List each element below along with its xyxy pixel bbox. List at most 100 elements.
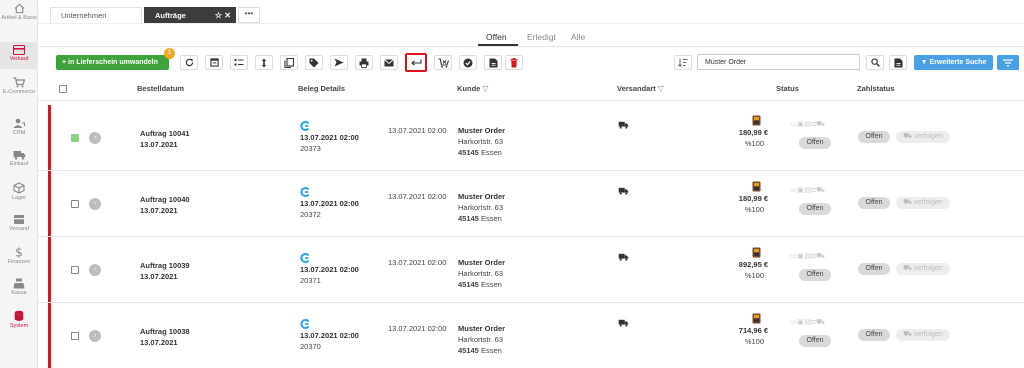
row-checkbox[interactable] (71, 266, 79, 274)
filter-icon[interactable]: ▽ (482, 84, 488, 93)
complete-button[interactable] (459, 55, 477, 70)
truck-icon (13, 151, 25, 160)
checklist-button[interactable] (230, 55, 248, 70)
filter-icon: ▼ (920, 59, 930, 66)
truck-icon (618, 121, 629, 132)
sort-vertical-button[interactable] (255, 55, 273, 70)
tab-divider (38, 46, 1024, 47)
email-button[interactable] (380, 55, 398, 70)
sidebar-item-crm[interactable]: CRM (0, 118, 38, 142)
truck-icon (618, 187, 629, 198)
box-icon (13, 182, 25, 194)
tracking-button[interactable]: ⛟ verfolgen (896, 131, 950, 143)
star-icon[interactable]: ☆ (215, 11, 222, 20)
doc-date: 13.07.2021 02:00 (300, 265, 359, 274)
export-button[interactable] (889, 55, 907, 70)
truck-icon: ⛟ (903, 331, 914, 338)
table-row[interactable]: › Auftrag 10038 13.07.2021 13.07.2021 02:00… (38, 303, 1024, 368)
created-value: 13.07.2021 02:00 (388, 258, 447, 267)
header-versandart[interactable]: Versandart ▽ (617, 84, 664, 93)
header-status[interactable]: Status (776, 84, 799, 93)
amount: 180,99 € (738, 128, 768, 137)
tab-alle[interactable]: Alle (571, 30, 585, 46)
header-bestelldatum[interactable]: Bestelldatum (137, 84, 184, 93)
sidebar-item-kasse[interactable]: Kasse (0, 278, 38, 302)
tab-erledigt[interactable]: Erledigt (527, 30, 556, 46)
tracking-button[interactable]: ⛟ verfolgen (896, 329, 950, 341)
print-button[interactable] (355, 55, 373, 70)
delete-button[interactable] (505, 55, 523, 70)
copy-button[interactable] (280, 55, 298, 70)
sidebar-item-finanzen[interactable]: $ Finanzen (0, 246, 38, 270)
header-kunde[interactable]: Kunde ▽ (457, 84, 488, 93)
order-number[interactable]: Auftrag 10040 (140, 194, 190, 205)
tracking-button[interactable]: ⛟ verfolgen (896, 263, 950, 275)
return-button[interactable] (405, 53, 427, 72)
header-beleg-details[interactable]: Beleg Details (298, 84, 345, 93)
more-tabs-button[interactable]: ••• (238, 7, 260, 23)
sidebar-item-lager[interactable]: Lager (0, 182, 38, 206)
expand-row-button[interactable]: › (89, 264, 101, 276)
customer-city: 45145 Essen (458, 279, 502, 290)
tag-icon (309, 58, 319, 67)
header-label: Kunde (457, 84, 481, 93)
filter-icon[interactable]: ▽ (658, 84, 664, 93)
sidebar-item-system[interactable]: System (0, 310, 38, 334)
tab-auftraege[interactable]: Aufträge ☆ ✕ (144, 7, 236, 23)
row-checkbox[interactable] (71, 332, 79, 340)
table-row[interactable]: › Auftrag 10041 13.07.2021 13.07.2021 02:00… (38, 105, 1024, 171)
customer-name[interactable]: Muster Order (458, 191, 505, 202)
app-window: Artikel & Basis Verkauf E-Commerce CRM E… (0, 0, 1024, 368)
row-checkbox[interactable] (71, 134, 79, 142)
tab-label: Offen (486, 32, 507, 42)
document-button[interactable] (484, 55, 502, 70)
sidebar-item-artikel[interactable]: Artikel & Basis (0, 3, 38, 39)
close-icon[interactable]: ✕ (224, 11, 231, 20)
amount: 892,95 € (738, 260, 768, 269)
sort-list-button[interactable] (674, 55, 692, 70)
extended-search-button[interactable]: ▼ Erweiterte Suche (914, 55, 993, 70)
send-button[interactable] (330, 55, 348, 70)
cart-remove-button[interactable] (434, 55, 452, 70)
table-row[interactable]: › Auftrag 10040 13.07.2021 13.07.2021 02:00… (38, 171, 1024, 237)
search-input[interactable] (697, 54, 860, 70)
expand-row-button[interactable]: › (89, 198, 101, 210)
customer-name[interactable]: Muster Order (458, 323, 505, 334)
search-button[interactable] (866, 55, 884, 70)
convert-to-delivery-note-button[interactable]: + in Lieferschein umwandeln (56, 55, 169, 70)
order-number[interactable]: Auftrag 10038 (140, 326, 190, 337)
filter-settings-button[interactable] (997, 55, 1019, 70)
customer-name[interactable]: Muster Order (458, 125, 505, 136)
created-value: 13.07.2021 02:00 (388, 324, 447, 333)
expand-row-button[interactable]: › (89, 330, 101, 342)
send-icon (334, 58, 344, 67)
header-zahlstatus[interactable]: Zahlstatus (857, 84, 895, 93)
register-icon (13, 278, 25, 289)
refresh-button[interactable] (180, 55, 198, 70)
amount: 180,99 € (738, 194, 768, 203)
chevron-right-icon: › (93, 134, 97, 141)
payment-status-badge: Offen (858, 131, 890, 143)
table-row[interactable]: › Auftrag 10039 13.07.2021 13.07.2021 02:00… (38, 237, 1024, 303)
envelope-icon (384, 58, 394, 66)
customer-street: Harkortstr. 63 (458, 137, 504, 146)
select-all-checkbox[interactable] (59, 85, 67, 93)
tracking-button[interactable]: ⛟ verfolgen (896, 197, 950, 209)
window-button[interactable] (205, 55, 223, 70)
sidebar-item-verkauf[interactable]: Verkauf (0, 42, 38, 69)
customer-name[interactable]: Muster Order (458, 257, 505, 268)
order-number[interactable]: Auftrag 10039 (140, 260, 190, 271)
sidebar-item-einkauf[interactable]: Einkauf (0, 150, 38, 174)
sidebar-item-ecommerce[interactable]: E-Commerce (0, 77, 38, 109)
doc-number: 20373 (300, 144, 321, 153)
dollar-icon: $ (15, 246, 23, 258)
more-label: ••• (244, 9, 254, 18)
doc-date: 13.07.2021 02:00 (300, 133, 359, 142)
status-icons: ▭▣▤◘⛟ (790, 121, 826, 128)
tag-button[interactable] (305, 55, 323, 70)
sidebar-item-versand[interactable]: Versand (0, 214, 38, 238)
expand-row-button[interactable]: › (89, 132, 101, 144)
tab-unternehmen[interactable]: Unternehmen (50, 7, 142, 23)
order-number[interactable]: Auftrag 10041 (140, 128, 190, 139)
row-checkbox[interactable] (71, 200, 79, 208)
